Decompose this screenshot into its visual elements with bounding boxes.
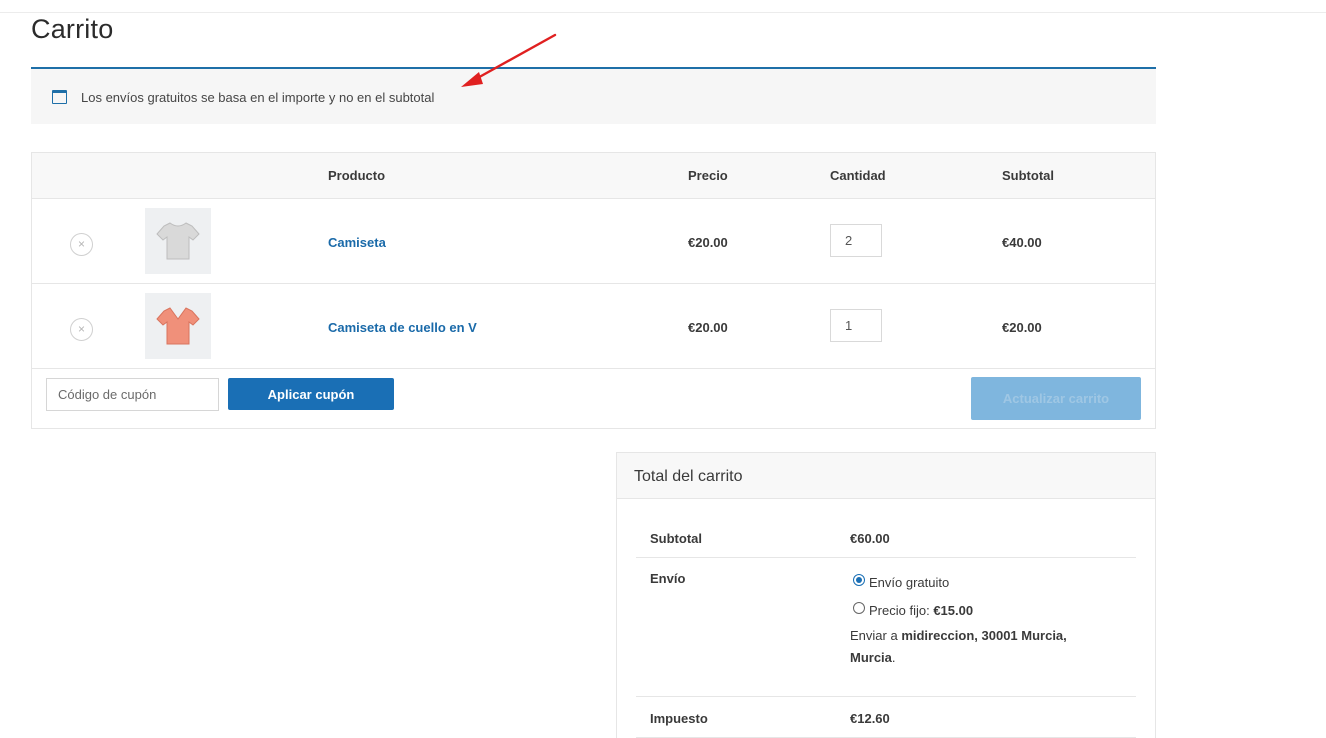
product-link[interactable]: Camiseta de cuello en V	[328, 320, 477, 335]
product-price: €20.00	[688, 235, 728, 250]
tax-value: €12.60	[850, 711, 890, 726]
shipping-flat-rate-price: €15.00	[933, 603, 974, 618]
header-product: Producto	[328, 168, 386, 183]
page-title: Carrito	[31, 14, 114, 44]
header-quantity: Cantidad	[830, 168, 886, 183]
remove-item-button[interactable]: ×	[70, 233, 93, 256]
subtotal-value: €60.00	[850, 531, 890, 546]
apply-coupon-button[interactable]: Aplicar cupón	[228, 378, 394, 410]
ship-to-address: Enviar a midireccion, 30001 Murcia, Murc…	[850, 625, 1110, 669]
divider	[636, 696, 1136, 697]
product-thumbnail[interactable]	[145, 293, 211, 359]
cart-totals-title: Total del carrito	[634, 468, 743, 485]
divider	[636, 557, 1136, 558]
tshirt-icon	[156, 222, 200, 260]
shipping-free-label[interactable]: Envío gratuito	[869, 575, 949, 590]
coupon-code-input[interactable]	[46, 378, 219, 411]
remove-item-button[interactable]: ×	[70, 318, 93, 341]
shipping-flat-rate-text: Precio fijo:	[869, 603, 934, 618]
line-subtotal: €20.00	[1002, 320, 1042, 335]
ship-to-prefix: Enviar a	[850, 628, 902, 643]
window-icon	[52, 90, 67, 104]
product-link[interactable]: Camiseta	[328, 235, 386, 250]
ship-to-suffix: .	[891, 650, 896, 665]
quantity-input[interactable]: 1	[830, 309, 882, 342]
vneck-tshirt-icon	[156, 307, 200, 345]
update-cart-button[interactable]: Actualizar carrito	[971, 377, 1141, 420]
product-price: €20.00	[688, 320, 728, 335]
header-subtotal: Subtotal	[1002, 168, 1054, 183]
shipping-flat-rate-radio[interactable]	[853, 602, 865, 614]
shipping-label: Envío	[650, 571, 686, 586]
table-row: × Camiseta €20.00 2 €40.00	[32, 199, 1155, 284]
notice-text: Los envíos gratuitos se basa en el impor…	[81, 90, 435, 105]
cart-actions: Aplicar cupón Actualizar carrito	[32, 369, 1155, 429]
cart-totals-header: Total del carrito	[617, 453, 1155, 499]
shipping-free-radio[interactable]	[853, 574, 865, 586]
table-row: × Camiseta de cuello en V €20.00 1 €20.0…	[32, 284, 1155, 369]
cart-table: Producto Precio Cantidad Subtotal × Cami…	[31, 152, 1156, 429]
product-thumbnail[interactable]	[145, 208, 211, 274]
subtotal-label: Subtotal	[650, 531, 702, 546]
line-subtotal: €40.00	[1002, 235, 1042, 250]
quantity-input[interactable]: 2	[830, 224, 882, 257]
header-price: Precio	[688, 168, 728, 183]
top-divider	[0, 12, 1326, 13]
info-notice: Los envíos gratuitos se basa en el impor…	[31, 67, 1156, 124]
shipping-flat-rate-label[interactable]: Precio fijo: €15.00	[869, 603, 973, 618]
tax-label: Impuesto	[650, 711, 708, 726]
cart-totals: Total del carrito Subtotal €60.00 Envío …	[616, 452, 1156, 738]
table-header: Producto Precio Cantidad Subtotal	[32, 153, 1155, 199]
